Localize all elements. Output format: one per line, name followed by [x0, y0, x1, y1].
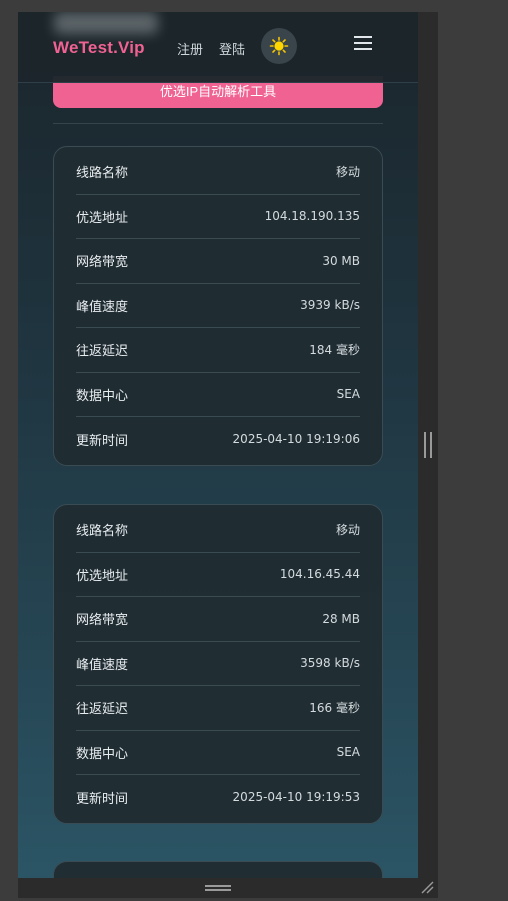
navbar: WeTest.Vip 注册 登陆: [18, 12, 418, 83]
browser-viewport: WeTest.Vip 注册 登陆 优选IP自动解析工具 线路名称 移动 优选地址…: [18, 12, 418, 878]
blurred-element: [54, 12, 158, 34]
row-value: 30 MB: [322, 253, 360, 268]
theme-toggle-button[interactable]: [261, 28, 297, 64]
row-label: 数据中心: [76, 388, 129, 404]
row-value: 3939 kB/s: [300, 298, 360, 313]
row-label: 峰值速度: [76, 657, 129, 673]
row-line-name: 线路名称 移动: [76, 508, 360, 553]
row-preferred-address: 优选地址 104.18.190.135: [76, 195, 360, 239]
row-label: 数据中心: [76, 746, 129, 762]
row-line-name: 线路名称 移动: [76, 150, 360, 195]
row-label: 优选地址: [76, 568, 129, 584]
row-value: SEA: [336, 387, 360, 402]
row-peak-speed: 峰值速度 3939 kB/s: [76, 284, 360, 328]
row-label: 网络带宽: [76, 613, 129, 629]
row-label: 优选地址: [76, 210, 129, 226]
result-card-3: [53, 861, 383, 878]
row-datacenter: 数据中心 SEA: [76, 731, 360, 775]
row-updated-time: 更新时间 2025-04-10 19:19:06: [76, 417, 360, 462]
row-value: SEA: [336, 745, 360, 760]
row-bandwidth: 网络带宽 28 MB: [76, 597, 360, 642]
row-label: 往返延迟: [76, 344, 129, 360]
row-label: 网络带宽: [76, 255, 129, 271]
row-bandwidth: 网络带宽 30 MB: [76, 239, 360, 284]
row-value: 104.16.45.44: [279, 567, 360, 582]
row-value: 2025-04-10 19:19:53: [232, 790, 360, 805]
brand-logo[interactable]: WeTest.Vip: [53, 38, 145, 58]
bottom-resize-handle[interactable]: [205, 885, 231, 891]
result-card-1: 线路名称 移动 优选地址 104.18.190.135 网络带宽 30 MB 峰…: [53, 146, 383, 466]
row-label: 线路名称: [76, 166, 129, 182]
row-latency: 往返延迟 166 毫秒: [76, 686, 360, 731]
hamburger-icon[interactable]: [354, 36, 372, 52]
row-latency: 往返延迟 184 毫秒: [76, 328, 360, 373]
result-card-2: 线路名称 移动 优选地址 104.16.45.44 网络带宽 28 MB 峰值速…: [53, 504, 383, 824]
row-updated-time: 更新时间 2025-04-10 19:19:53: [76, 775, 360, 820]
row-label: 更新时间: [76, 791, 129, 807]
row-label: 更新时间: [76, 433, 129, 449]
row-label: 往返延迟: [76, 702, 129, 718]
sun-icon: [269, 36, 289, 56]
row-value: 2025-04-10 19:19:06: [232, 432, 360, 447]
right-resize-handle[interactable]: [424, 432, 432, 458]
row-label: 峰值速度: [76, 299, 129, 315]
row-value: 移动: [335, 165, 360, 180]
row-peak-speed: 峰值速度 3598 kB/s: [76, 642, 360, 686]
row-label: 线路名称: [76, 524, 129, 540]
row-datacenter: 数据中心 SEA: [76, 373, 360, 417]
register-link[interactable]: 注册: [177, 39, 203, 58]
row-value: 3598 kB/s: [300, 656, 360, 671]
divider: [53, 123, 383, 124]
row-preferred-address: 优选地址 104.16.45.44: [76, 553, 360, 597]
row-value: 166 毫秒: [309, 701, 360, 716]
resize-grip-icon[interactable]: [420, 880, 434, 894]
row-value: 104.18.190.135: [264, 209, 360, 224]
row-value: 184 毫秒: [309, 343, 360, 358]
row-value: 移动: [335, 523, 360, 538]
login-link[interactable]: 登陆: [219, 39, 245, 58]
row-value: 28 MB: [322, 611, 360, 626]
